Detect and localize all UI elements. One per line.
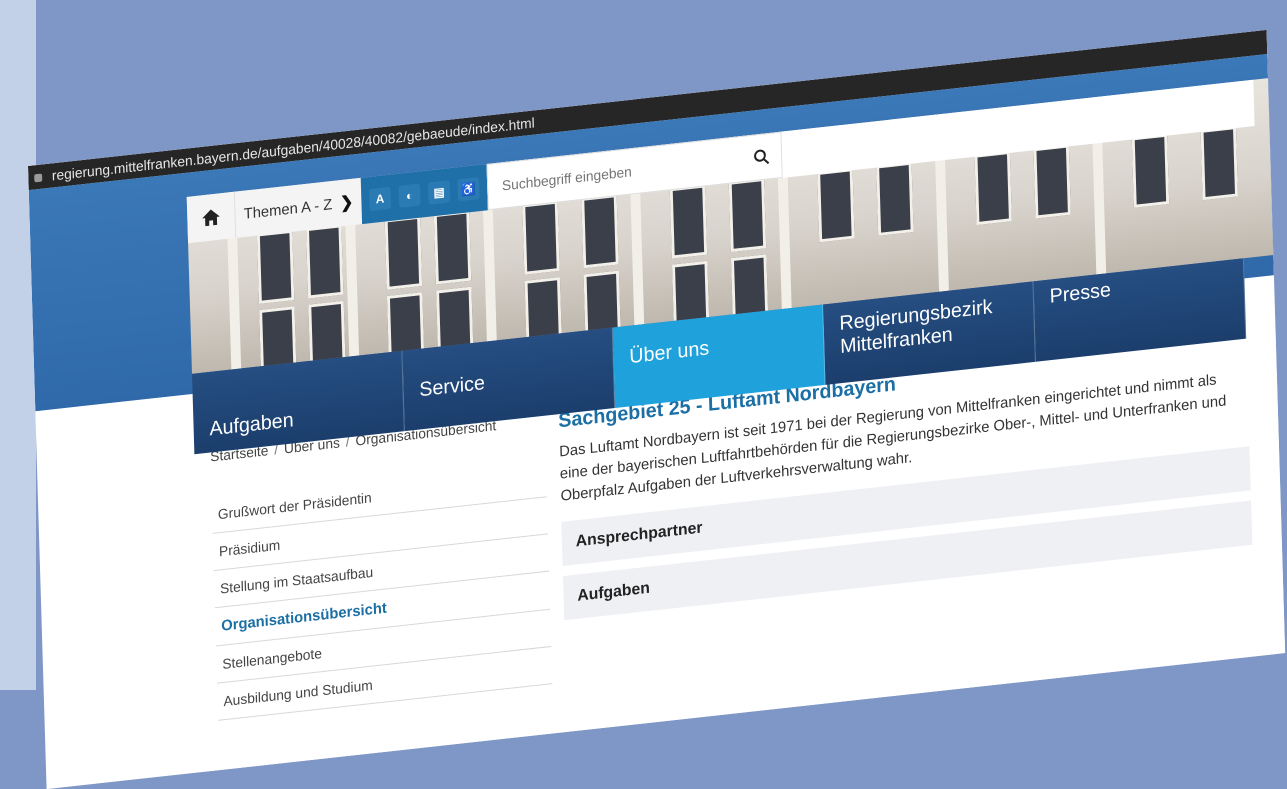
browser-screenshot: regierung.mittelfranken.bayern.de/aufgab… bbox=[28, 29, 1286, 789]
accordion-label: Aufgaben bbox=[577, 579, 651, 605]
contrast-icon[interactable]: ◐ bbox=[398, 183, 421, 208]
document-icon[interactable]: ▤ bbox=[427, 180, 451, 205]
side-navigation: Grußwort der Präsidentin Präsidium Stell… bbox=[211, 460, 553, 721]
nav-label: Über uns bbox=[629, 337, 710, 369]
font-size-icon[interactable]: A bbox=[368, 186, 392, 212]
chevron-right-icon: ❯ bbox=[339, 193, 354, 213]
home-button[interactable] bbox=[186, 191, 237, 244]
nav-label: Aufgaben bbox=[209, 409, 294, 441]
search-icon[interactable] bbox=[753, 148, 770, 166]
accordion-label: Ansprechpartner bbox=[575, 519, 703, 551]
sign-language-icon[interactable]: ♿ bbox=[457, 176, 480, 202]
home-icon bbox=[202, 209, 220, 227]
lock-icon bbox=[34, 173, 43, 183]
themen-label: Themen A - Z bbox=[243, 195, 333, 223]
background-strip bbox=[0, 0, 36, 690]
nav-label: Service bbox=[418, 371, 486, 402]
nav-label: Presse bbox=[1049, 278, 1112, 308]
